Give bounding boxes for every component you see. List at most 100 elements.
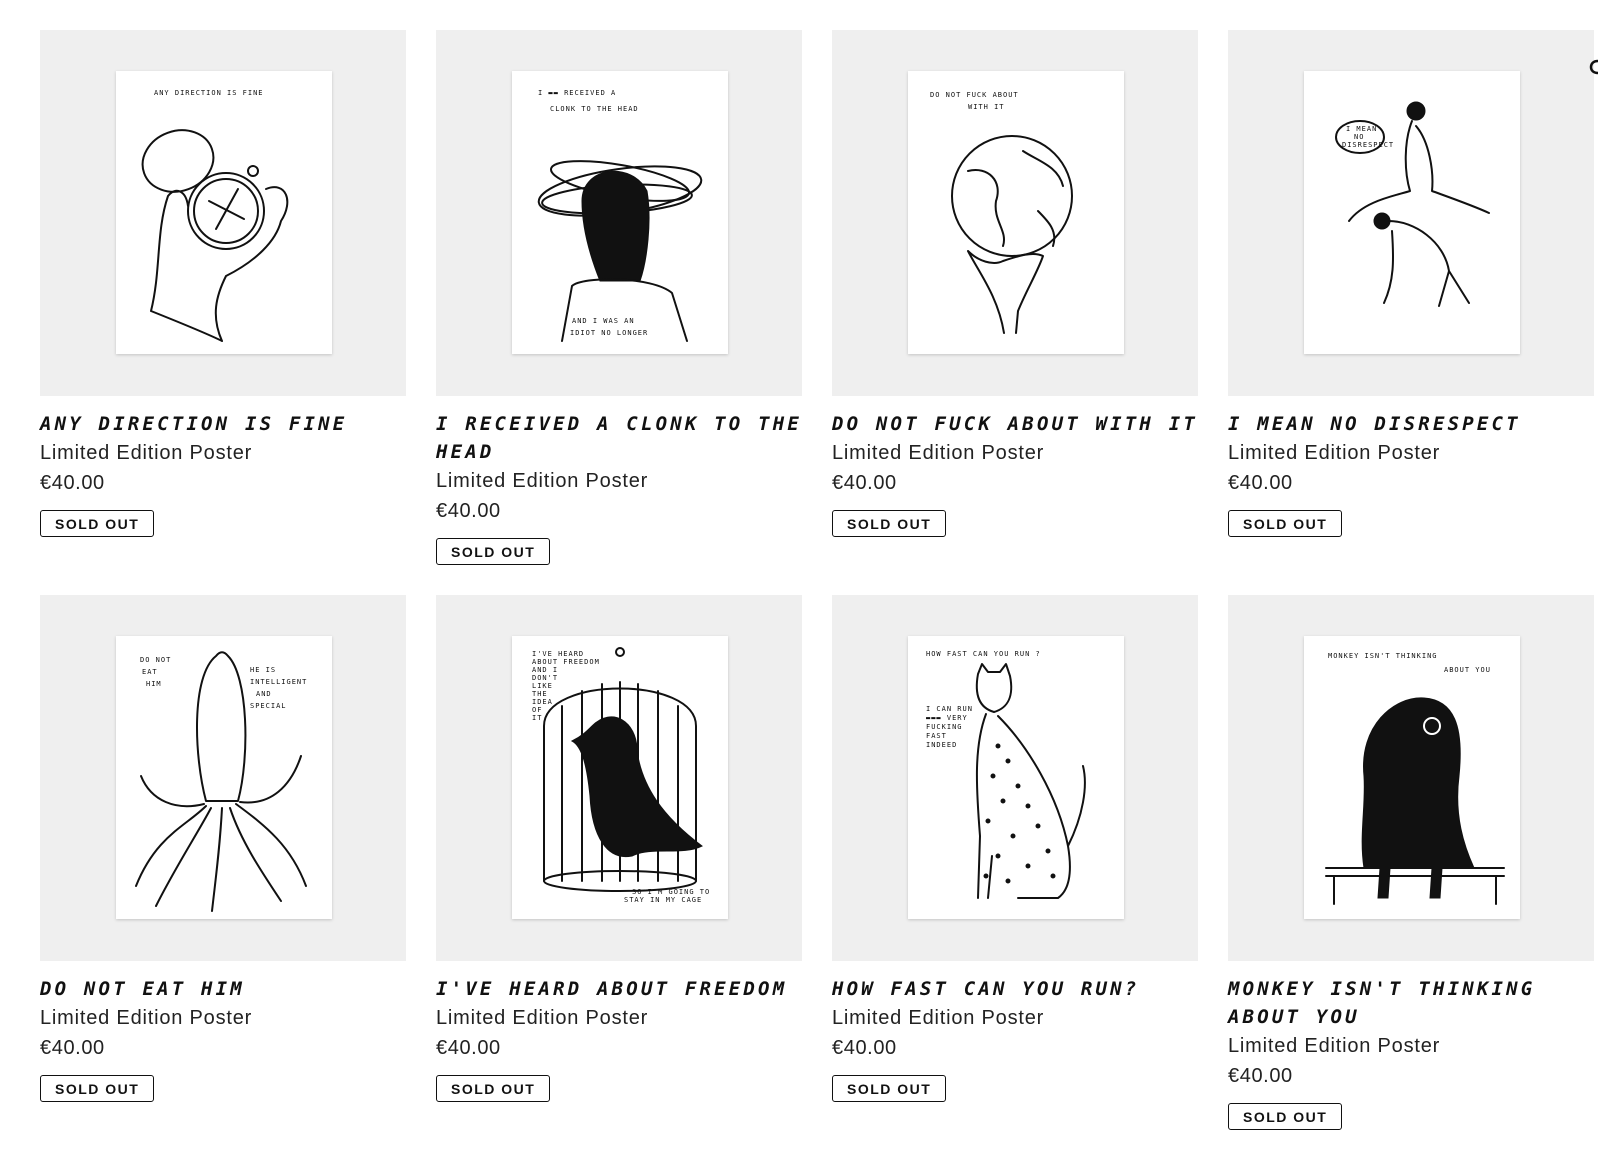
svg-text:AND: AND (256, 690, 272, 698)
product-card: I'VE HEARD ABOUT FREEDOM AND I DON'T LIK… (436, 595, 802, 1160)
svg-text:DO NOT: DO NOT (140, 656, 171, 664)
poster-artwork: DO NOT FUCK ABOUT WITH IT (908, 71, 1124, 354)
poster-artwork: I MEAN NO DISRESPECT (1304, 71, 1520, 354)
sold-out-badge: SOLD OUT (436, 538, 551, 565)
product-image[interactable]: I ▬▬ RECEIVED A CLONK TO THE HEAD AND I … (436, 30, 802, 396)
product-image[interactable]: ANY DIRECTION IS FINE (40, 30, 406, 396)
svg-text:DO NOT FUCK ABOUT: DO NOT FUCK ABOUT (930, 91, 1019, 99)
svg-text:HOW FAST CAN YOU RUN ?: HOW FAST CAN YOU RUN ? (926, 650, 1041, 658)
product-card: HOW FAST CAN YOU RUN ? I CAN RUN ▬▬▬ VER… (832, 595, 1198, 1160)
product-title[interactable]: I'VE HEARD ABOUT FREEDOM (436, 975, 802, 1003)
product-price: €40.00 (1228, 472, 1293, 494)
product-card: ANY DIRECTION IS FINE ANY DIRECTION IS F… (40, 30, 406, 595)
product-title[interactable]: DO NOT EAT HIM (40, 975, 406, 1003)
caged-bird-illustration: I'VE HEARD ABOUT FREEDOM AND I DON'T LIK… (532, 647, 710, 904)
svg-text:ABOUT YOU: ABOUT YOU (1444, 666, 1491, 674)
svg-text:IDIOT NO LONGER: IDIOT NO LONGER (570, 329, 648, 337)
product-title[interactable]: I RECEIVED A CLONK TO THE HEAD (436, 410, 802, 466)
product-subtitle: Limited Edition Poster (1228, 442, 1441, 464)
product-subtitle: Limited Edition Poster (436, 470, 649, 492)
svg-text:ABOUT FREEDOM: ABOUT FREEDOM (532, 658, 600, 666)
product-subtitle: Limited Edition Poster (832, 1007, 1045, 1029)
product-title[interactable]: I MEAN NO DISRESPECT (1228, 410, 1594, 438)
product-price: €40.00 (436, 500, 501, 522)
poster-artwork: ANY DIRECTION IS FINE (116, 71, 332, 354)
product-price: €40.00 (832, 472, 897, 494)
product-subtitle: Limited Edition Poster (1228, 1035, 1441, 1057)
sold-out-badge: SOLD OUT (1228, 510, 1343, 537)
product-subtitle: Limited Edition Poster (40, 1007, 253, 1029)
svg-text:MONKEY ISN'T THINKING: MONKEY ISN'T THINKING (1328, 652, 1438, 660)
poster-artwork: HOW FAST CAN YOU RUN ? I CAN RUN ▬▬▬ VER… (908, 636, 1124, 919)
product-image[interactable]: MONKEY ISN'T THINKING ABOUT YOU (1228, 595, 1594, 961)
poster-artwork: I ▬▬ RECEIVED A CLONK TO THE HEAD AND I … (512, 71, 728, 354)
monkey-illustration: MONKEY ISN'T THINKING ABOUT YOU (1325, 652, 1505, 905)
product-card: I ▬▬ RECEIVED A CLONK TO THE HEAD AND I … (436, 30, 802, 595)
sold-out-badge: SOLD OUT (40, 510, 155, 537)
sold-out-badge: SOLD OUT (40, 1075, 155, 1102)
product-price: €40.00 (1228, 1065, 1293, 1087)
product-card: I MEAN NO DISRESPECT I MEAN NO DISRESPEC… (1228, 30, 1594, 595)
cart-icon[interactable] (1588, 58, 1600, 76)
svg-text:SO I'M GOING TO: SO I'M GOING TO (632, 888, 710, 896)
svg-text:LIKE: LIKE (532, 682, 553, 690)
svg-text:▬▬▬ VERY: ▬▬▬ VERY (926, 714, 968, 722)
svg-text:THE: THE (532, 690, 548, 698)
svg-text:FUCKING: FUCKING (926, 723, 963, 731)
svg-text:I MEAN: I MEAN (1346, 125, 1377, 133)
product-image[interactable]: I MEAN NO DISRESPECT (1228, 30, 1594, 396)
sold-out-badge: SOLD OUT (832, 510, 947, 537)
product-price: €40.00 (40, 1037, 105, 1059)
svg-text:OF: OF (532, 706, 542, 714)
product-price: €40.00 (436, 1037, 501, 1059)
svg-text:DISRESPECT: DISRESPECT (1342, 141, 1394, 149)
product-price: €40.00 (832, 1037, 897, 1059)
svg-text:SPECIAL: SPECIAL (250, 702, 287, 710)
product-subtitle: Limited Edition Poster (436, 1007, 649, 1029)
product-card: DO NOT EAT HIM HE IS INTELLIGENT AND SPE… (40, 595, 406, 1160)
sold-out-badge: SOLD OUT (436, 1075, 551, 1102)
product-card: DO NOT FUCK ABOUT WITH IT DO NOT FUCK AB… (832, 30, 1198, 595)
svg-text:I ▬▬ RECEIVED A: I ▬▬ RECEIVED A (538, 89, 616, 97)
compass-hand-illustration: ANY DIRECTION IS FINE (141, 89, 289, 342)
product-card: MONKEY ISN'T THINKING ABOUT YOU MONKEY I… (1228, 595, 1594, 1160)
svg-text:FAST: FAST (926, 732, 947, 740)
svg-text:INTELLIGENT: INTELLIGENT (250, 678, 307, 686)
svg-text:WITH IT: WITH IT (968, 103, 1005, 111)
sold-out-badge: SOLD OUT (1228, 1103, 1343, 1130)
svg-text:DON'T: DON'T (532, 674, 558, 682)
svg-text:CLONK TO THE HEAD: CLONK TO THE HEAD (550, 105, 639, 113)
product-grid: ANY DIRECTION IS FINE ANY DIRECTION IS F… (40, 30, 1594, 1160)
product-title[interactable]: ANY DIRECTION IS FINE (40, 410, 406, 438)
product-title[interactable]: DO NOT FUCK ABOUT WITH IT (832, 410, 1198, 438)
svg-text:IT: IT (532, 714, 542, 722)
svg-text:IDEA: IDEA (532, 698, 553, 706)
svg-text:I'VE HEARD: I'VE HEARD (532, 650, 584, 658)
squid-illustration: DO NOT EAT HIM HE IS INTELLIGENT AND SPE… (135, 651, 307, 912)
svg-text:ANY DIRECTION IS FINE: ANY DIRECTION IS FINE (154, 89, 264, 97)
product-title[interactable]: HOW FAST CAN YOU RUN? (832, 975, 1198, 1003)
poster-artwork: MONKEY ISN'T THINKING ABOUT YOU (1304, 636, 1520, 919)
globe-hand-illustration: DO NOT FUCK ABOUT WITH IT (930, 91, 1073, 334)
product-subtitle: Limited Edition Poster (40, 442, 253, 464)
svg-text:AND I WAS AN: AND I WAS AN (572, 317, 635, 325)
product-image[interactable]: DO NOT EAT HIM HE IS INTELLIGENT AND SPE… (40, 595, 406, 961)
svg-text:STAY IN MY CAGE: STAY IN MY CAGE (624, 896, 702, 904)
dizzy-head-illustration: I ▬▬ RECEIVED A CLONK TO THE HEAD AND I … (537, 89, 703, 342)
product-image[interactable]: DO NOT FUCK ABOUT WITH IT (832, 30, 1198, 396)
product-subtitle: Limited Edition Poster (832, 442, 1045, 464)
product-image[interactable]: I'VE HEARD ABOUT FREEDOM AND I DON'T LIK… (436, 595, 802, 961)
svg-text:NO: NO (1354, 133, 1364, 141)
svg-text:HIM: HIM (146, 680, 162, 688)
leapfrog-illustration: I MEAN NO DISRESPECT (1335, 101, 1490, 307)
product-title[interactable]: MONKEY ISN'T THINKING ABOUT YOU (1228, 975, 1594, 1031)
cheetah-illustration: HOW FAST CAN YOU RUN ? I CAN RUN ▬▬▬ VER… (926, 650, 1086, 899)
poster-artwork: DO NOT EAT HIM HE IS INTELLIGENT AND SPE… (116, 636, 332, 919)
product-image[interactable]: HOW FAST CAN YOU RUN ? I CAN RUN ▬▬▬ VER… (832, 595, 1198, 961)
product-price: €40.00 (40, 472, 105, 494)
svg-text:EAT: EAT (142, 668, 158, 676)
svg-text:HE IS: HE IS (250, 666, 276, 674)
svg-text:I CAN RUN: I CAN RUN (926, 705, 973, 713)
svg-text:AND I: AND I (532, 666, 558, 674)
svg-text:INDEED: INDEED (926, 741, 957, 749)
